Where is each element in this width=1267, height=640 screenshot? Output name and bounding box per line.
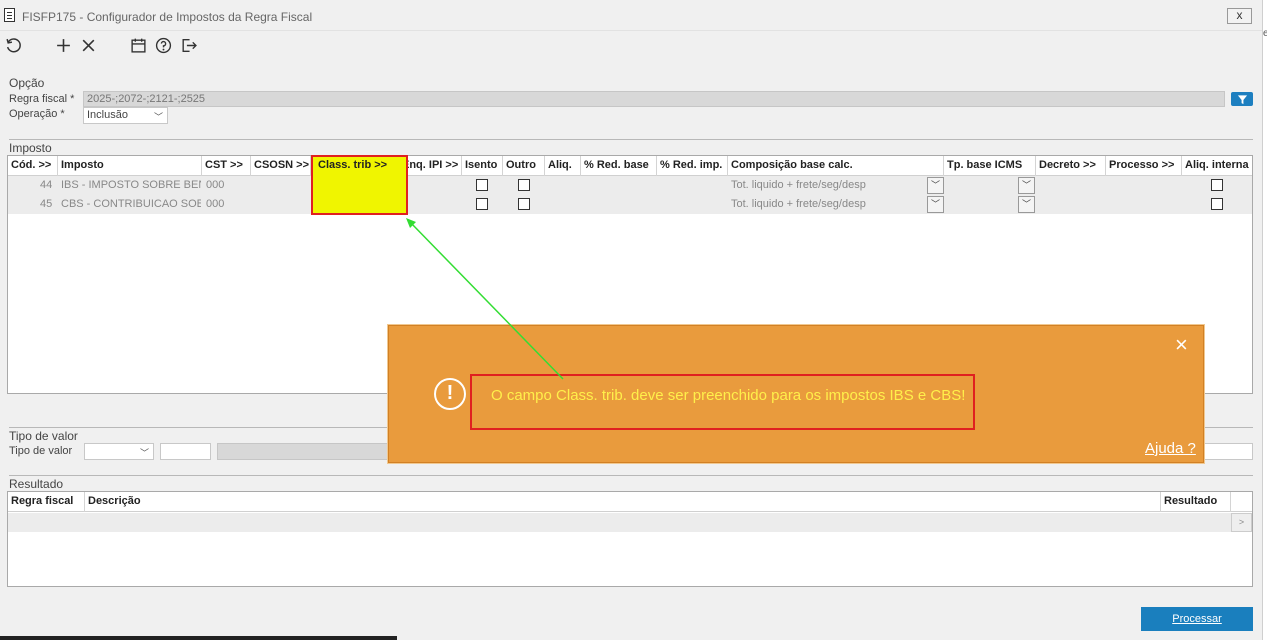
toolbar [0,31,1262,59]
col-header-isento[interactable]: Isento [462,156,503,176]
tipo-valor-label: Tipo de valor [9,445,73,457]
composicao-dropdown[interactable]: ﹀ [927,196,944,213]
resultado-grid-header: Regra fiscal Descrição Resultado [8,492,1252,512]
operacao-select[interactable]: Inclusão ﹀ [83,107,168,124]
window-title: FISFP175 - Configurador de Impostos da R… [22,10,313,24]
isento-checkbox[interactable] [476,179,488,191]
col-header-resultado[interactable]: Resultado [1161,492,1231,512]
document-icon [4,8,15,22]
exit-icon[interactable] [178,35,198,55]
chevron-down-icon: ﹀ [1021,180,1031,190]
chevron-down-icon: ﹀ [139,448,149,458]
help-icon[interactable] [153,35,173,55]
resultado-grid: Regra fiscal Descrição Resultado > [7,491,1253,587]
section-opcao-title: Opção [9,76,45,90]
table-row[interactable]: 45 CBS - CONTRIBUICAO SOBRI 000 Tot. liq… [8,195,1252,214]
col-header-outro[interactable]: Outro [503,156,545,176]
regra-fiscal-label: Regra fiscal * [9,93,75,105]
filter-icon [1237,94,1247,104]
toast-message-highlight: O campo Class. trib. deve ser preenchido… [470,374,975,430]
tipo-valor-extra-input[interactable] [1204,443,1253,460]
col-header-csosn[interactable]: CSOSN >> [251,156,311,176]
cell-imposto: IBS - IMPOSTO SOBRE BENS [61,179,201,191]
cell-cod: 45 [40,198,53,210]
col-header-red-imp[interactable]: % Red. imp. [657,156,728,176]
cell-cst: 000 [206,198,225,210]
regra-fiscal-field[interactable]: 2025-;2072-;2121-;2525 [83,91,1225,107]
processar-button[interactable]: Processar [1141,607,1253,631]
section-imposto-title: Imposto [9,141,52,155]
col-header-enq-ipi[interactable]: Enq. IPI >> [399,156,462,176]
cell-cst: 000 [206,179,225,191]
tipo-valor-description-field [217,443,390,460]
chevron-down-icon: ﹀ [153,112,163,122]
col-header-aliq-interna[interactable]: Aliq. interna [1182,156,1252,176]
col-header-composicao[interactable]: Composição base calc. [728,156,944,176]
cell-composicao: Tot. liquido + frete/seg/desp [731,179,866,191]
col-header-cst[interactable]: CST >> [202,156,251,176]
isento-checkbox[interactable] [476,198,488,210]
title-bar: FISFP175 - Configurador de Impostos da R… [0,0,1262,31]
chevron-down-icon: ﹀ [930,180,940,190]
cell-cod: 44 [40,179,53,191]
col-header-tp-base-icms[interactable]: Tp. base ICMS [944,156,1036,176]
background-window-edge [1262,0,1267,640]
window-close-button[interactable]: x [1227,8,1252,24]
section-resultado-title: Resultado [9,477,64,491]
class-trib-highlight[interactable]: Class. trib >> [311,155,408,215]
cell-composicao: Tot. liquido + frete/seg/desp [731,198,866,210]
refresh-icon[interactable] [3,35,23,55]
col-header-imposto[interactable]: Imposto [58,156,202,176]
chevron-down-icon: ﹀ [1021,199,1031,209]
scroll-right-button[interactable]: > [1231,513,1252,532]
tipo-valor-select[interactable]: ﹀ [84,443,154,460]
help-link[interactable]: Ajuda ? [1145,440,1196,457]
outro-checkbox[interactable] [518,179,530,191]
filter-button[interactable] [1231,92,1253,106]
operacao-label: Operação * [9,108,65,120]
add-icon[interactable] [53,35,73,55]
col-header-processo[interactable]: Processo >> [1106,156,1182,176]
class-trib-header-label: Class. trib >> [318,159,388,171]
tipo-valor-code-input[interactable] [160,443,211,460]
table-row[interactable] [8,513,1231,532]
aliq-interna-checkbox[interactable] [1211,179,1223,191]
alert-icon: ! [434,378,466,410]
col-header-cod[interactable]: Cód. >> [8,156,58,176]
cell-imposto: CBS - CONTRIBUICAO SOBRI [61,198,201,210]
close-icon[interactable]: × [1175,334,1188,356]
outro-checkbox[interactable] [518,198,530,210]
col-header-regra-fiscal[interactable]: Regra fiscal [8,492,85,512]
col-header-descricao[interactable]: Descrição [85,492,1161,512]
aliq-interna-checkbox[interactable] [1211,198,1223,210]
col-header-aliq[interactable]: Aliq. [545,156,581,176]
background-window-glyph: e [1263,28,1267,39]
toast-message: O campo Class. trib. deve ser preenchido… [491,387,966,404]
operacao-select-value: Inclusão [87,109,128,121]
calendar-icon[interactable] [128,35,148,55]
tp-base-icms-dropdown[interactable]: ﹀ [1018,196,1035,213]
chevron-down-icon: ﹀ [930,199,940,209]
delete-icon[interactable] [78,35,98,55]
status-bar [0,636,397,640]
table-row[interactable]: 44 IBS - IMPOSTO SOBRE BENS 000 Tot. liq… [8,176,1252,195]
tp-base-icms-dropdown[interactable]: ﹀ [1018,177,1035,194]
divider [9,475,1253,476]
col-header-red-base[interactable]: % Red. base [581,156,657,176]
divider [9,139,1253,140]
composicao-dropdown[interactable]: ﹀ [927,177,944,194]
error-toast: × ! O campo Class. trib. deve ser preenc… [388,325,1204,463]
col-header-decreto[interactable]: Decreto >> [1036,156,1106,176]
section-tipo-valor-title: Tipo de valor [9,429,78,443]
imposto-grid-header: Cód. >> Imposto CST >> CSOSN >> Enq. IPI… [8,156,1252,176]
